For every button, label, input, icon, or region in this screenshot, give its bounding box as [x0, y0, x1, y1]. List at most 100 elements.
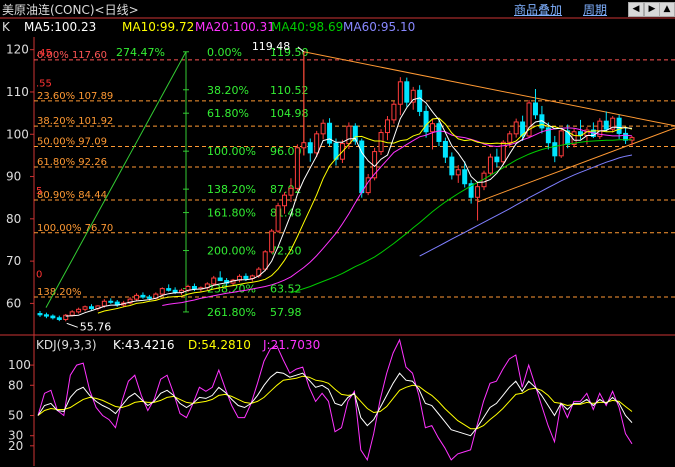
candle-up: [211, 277, 217, 285]
candle-down: [532, 102, 538, 116]
fib-top-pct: 274.47%: [116, 46, 165, 59]
kdj-j-line: [37, 338, 633, 462]
y-tick-label: 70: [6, 254, 21, 268]
candle-up: [475, 186, 481, 198]
fib-left-label: 23.60% 107.89: [37, 91, 113, 102]
legend-ma60: MA60:95.10: [343, 20, 416, 34]
low-arrow: [66, 322, 78, 328]
candle-down: [616, 117, 622, 134]
candle-down: [43, 314, 49, 317]
candle-up: [275, 205, 281, 232]
fib-left-label: 38.20% 101.92: [37, 116, 113, 127]
fib-side-label: 5: [36, 186, 42, 197]
candle-down: [172, 289, 178, 293]
fib-side-label: 0: [36, 270, 42, 281]
candle-up: [262, 251, 268, 270]
kdj-legend: KDJ(9,3,3) K:43.4216 D:54.2810 J:21.7030: [0, 338, 675, 354]
candle-up: [301, 142, 307, 149]
fib-right-value: 57.98: [270, 306, 302, 319]
candle-up: [507, 133, 513, 143]
chart-canvas: 60708090100110120203050801000.00% 117.60…: [0, 17, 675, 466]
kdj-d-value: D:54.2810: [188, 338, 251, 352]
candle-down: [449, 156, 455, 176]
candle-up: [314, 133, 320, 154]
candle-up: [159, 288, 165, 295]
fib-right-pct: 61.80%: [207, 107, 249, 120]
candle-up: [294, 147, 300, 189]
y-tick-label: 120: [6, 43, 29, 57]
candle-down: [462, 169, 468, 185]
fib-right-value: 110.52: [270, 84, 309, 97]
legend-ma10: MA10:99.72: [122, 20, 195, 34]
candle-down: [494, 156, 500, 163]
legend-ma5: MA5:100.23: [24, 20, 97, 34]
fib-right-pct: 161.80%: [207, 207, 256, 220]
legend-k-label: K: [2, 20, 10, 34]
fib-left-label: 61.80% 92.26: [37, 157, 107, 168]
candle-down: [436, 123, 442, 142]
kdj-y-tick-label: 30: [8, 429, 23, 443]
candle-up: [101, 300, 107, 307]
candle-up: [82, 306, 88, 310]
candle-down: [146, 296, 152, 299]
low-label: 55.76: [80, 320, 112, 333]
candle-up: [346, 125, 352, 145]
candle-up: [69, 311, 75, 316]
fib-right-value: 72.50: [270, 245, 302, 258]
kdj-k-value: K:43.4216: [113, 338, 175, 352]
fib-right-value: 104.98: [270, 107, 309, 120]
fib-right-pct: 261.80%: [207, 306, 256, 319]
candle-down: [423, 110, 429, 133]
candle-down: [623, 132, 629, 141]
fib-right-pct: 200.00%: [207, 245, 256, 258]
candle-up: [269, 230, 275, 253]
candle-up: [487, 156, 493, 174]
fib-left-label: 138.20%: [37, 287, 82, 298]
fib-left-label: 100.00% 76.70: [37, 223, 113, 234]
candle-down: [166, 288, 172, 291]
fib-right-pct: 100.00%: [207, 145, 256, 158]
candle-up: [378, 132, 384, 153]
y-tick-label: 110: [6, 85, 29, 99]
candle-down: [442, 140, 448, 158]
fib-right-pct: 138.20%: [207, 183, 256, 196]
fib-left-label: 50.00% 97.09: [37, 137, 107, 148]
candle-up: [430, 123, 436, 133]
candle-down: [307, 142, 313, 154]
candle-down: [404, 81, 410, 103]
candle-down: [217, 277, 223, 282]
candle-down: [191, 285, 197, 290]
fib-right-pct: 38.20%: [207, 84, 249, 97]
legend-ma40: MA40:98.69: [271, 20, 344, 34]
kdj-name: KDJ(9,3,3): [36, 338, 97, 352]
candle-down: [552, 142, 558, 157]
candle-up: [391, 103, 397, 121]
candle-down: [37, 313, 43, 316]
legend-ma20: MA20:100.31: [195, 20, 275, 34]
candle-up: [288, 187, 294, 196]
high-label: 119.48: [252, 40, 291, 53]
candle-up: [558, 130, 564, 157]
candle-up: [282, 194, 288, 207]
candle-up: [76, 308, 82, 313]
fib-side-label: .55: [36, 79, 52, 90]
fib-right-value: 63.52: [270, 283, 302, 296]
trendline-upper: [303, 51, 675, 127]
candle-down: [50, 315, 56, 319]
fib-right-value: 81.48: [270, 207, 302, 220]
candle-down: [88, 306, 94, 309]
fib-side-label: .45: [36, 48, 52, 59]
kdj-y-tick-label: 100: [8, 358, 31, 372]
candle-down: [108, 300, 114, 303]
candle-up: [320, 122, 326, 135]
candle-up: [397, 81, 403, 105]
candle-up: [513, 121, 519, 135]
kdj-y-tick-label: 50: [8, 409, 23, 423]
candle-down: [603, 120, 609, 130]
candle-up: [455, 169, 461, 176]
fib-left-label: 80.90% 84.44: [37, 190, 107, 201]
kdj-y-tick-label: 80: [8, 378, 23, 392]
candle-up: [134, 294, 140, 300]
y-tick-label: 90: [6, 170, 21, 184]
candle-down: [243, 275, 249, 279]
